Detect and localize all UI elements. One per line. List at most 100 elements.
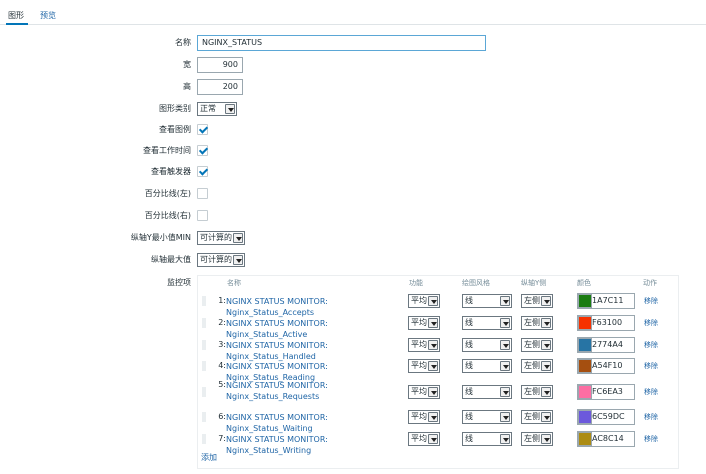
item-draw-style-select[interactable]: 线 bbox=[462, 316, 512, 330]
remove-item-link[interactable]: 移除 bbox=[644, 434, 658, 444]
item-index: 4: bbox=[218, 361, 226, 370]
chevron-down-icon bbox=[500, 296, 510, 306]
chevron-down-icon bbox=[541, 296, 551, 306]
item-function-value: 平均 bbox=[411, 340, 427, 349]
item-draw-style-select[interactable]: 线 bbox=[462, 338, 512, 352]
item-y-axis-select[interactable]: 左侧 bbox=[521, 316, 553, 330]
item-y-axis-value: 左侧 bbox=[524, 340, 540, 349]
remove-item-link[interactable]: 移除 bbox=[644, 387, 658, 397]
width-row: 宽 900 bbox=[0, 55, 706, 75]
show-triggers-checkbox[interactable] bbox=[197, 166, 208, 177]
table-row: 5: NGINX STATUS MONITOR: Nginx_Status_Req… bbox=[197, 378, 679, 405]
item-function-value: 平均 bbox=[411, 318, 427, 327]
ymin-select[interactable]: 可计算的 bbox=[197, 231, 245, 245]
item-draw-style-value: 线 bbox=[465, 434, 473, 443]
item-draw-style-select[interactable]: 线 bbox=[462, 432, 512, 446]
drag-handle-icon[interactable] bbox=[202, 318, 206, 328]
chevron-down-icon bbox=[541, 340, 551, 350]
chevron-down-icon bbox=[428, 387, 438, 397]
drag-handle-icon[interactable] bbox=[202, 434, 206, 444]
color-swatch[interactable] bbox=[578, 294, 592, 308]
col-header-name: 名称 bbox=[227, 279, 241, 287]
percentile-right-checkbox[interactable] bbox=[197, 210, 208, 221]
width-input[interactable]: 900 bbox=[197, 57, 243, 73]
color-swatch[interactable] bbox=[578, 316, 592, 330]
item-function-select[interactable]: 平均 bbox=[408, 294, 440, 308]
item-function-select[interactable]: 平均 bbox=[408, 385, 440, 399]
color-swatch[interactable] bbox=[578, 385, 592, 399]
name-row: 名称 NGINX_STATUS bbox=[0, 33, 706, 53]
remove-item-link[interactable]: 移除 bbox=[644, 318, 658, 328]
item-draw-style-select[interactable]: 线 bbox=[462, 385, 512, 399]
item-draw-style-value: 线 bbox=[465, 412, 473, 421]
item-y-axis-select[interactable]: 左侧 bbox=[521, 432, 553, 446]
remove-item-link[interactable]: 移除 bbox=[644, 296, 658, 306]
item-name-link[interactable]: NGINX STATUS MONITOR: Nginx_Status_Reque… bbox=[226, 380, 404, 402]
chevron-down-icon bbox=[541, 361, 551, 371]
name-input[interactable]: NGINX_STATUS bbox=[197, 35, 486, 51]
show-working-time-label: 查看工作时间 bbox=[143, 146, 191, 155]
chevron-down-icon bbox=[541, 412, 551, 422]
drag-handle-icon[interactable] bbox=[202, 361, 206, 371]
ymax-row: 纵轴最大值 可计算的 bbox=[0, 250, 706, 270]
tab-preview[interactable]: 预览 bbox=[40, 0, 62, 25]
chevron-down-icon bbox=[500, 340, 510, 350]
drag-handle-icon[interactable] bbox=[202, 340, 206, 350]
item-function-select[interactable]: 平均 bbox=[408, 316, 440, 330]
item-draw-style-select[interactable]: 线 bbox=[462, 359, 512, 373]
drag-handle-icon[interactable] bbox=[202, 296, 206, 306]
graph-type-label: 图形类别 bbox=[159, 104, 191, 113]
show-legend-checkbox[interactable] bbox=[197, 124, 208, 135]
col-header-action: 动作 bbox=[643, 279, 657, 287]
percentile-right-label: 百分比线(右) bbox=[144, 211, 191, 220]
color-swatch[interactable] bbox=[578, 432, 592, 446]
chevron-down-icon bbox=[541, 434, 551, 444]
percentile-left-checkbox[interactable] bbox=[197, 188, 208, 199]
item-function-select[interactable]: 平均 bbox=[408, 410, 440, 424]
item-function-select[interactable]: 平均 bbox=[408, 432, 440, 446]
ymax-select[interactable]: 可计算的 bbox=[197, 253, 245, 267]
height-label: 高 bbox=[183, 82, 191, 91]
width-label: 宽 bbox=[183, 60, 191, 69]
color-swatch[interactable] bbox=[578, 410, 592, 424]
item-function-select[interactable]: 平均 bbox=[408, 359, 440, 373]
remove-item-link[interactable]: 移除 bbox=[644, 340, 658, 350]
drag-handle-icon[interactable] bbox=[202, 412, 206, 422]
drag-handle-icon[interactable] bbox=[202, 387, 206, 397]
height-input[interactable]: 200 bbox=[197, 79, 243, 95]
add-item-link[interactable]: 添加 bbox=[201, 452, 217, 463]
graph-type-select[interactable]: 正常 bbox=[197, 102, 237, 116]
item-draw-style-select[interactable]: 线 bbox=[462, 410, 512, 424]
show-working-time-checkbox[interactable] bbox=[197, 145, 208, 156]
ymin-label: 纵轴Y最小值MIN bbox=[130, 233, 191, 242]
chevron-down-icon bbox=[500, 434, 510, 444]
ymax-value: 可计算的 bbox=[200, 255, 232, 264]
item-name-link[interactable]: NGINX STATUS MONITOR: Nginx_Status_Writi… bbox=[226, 434, 404, 456]
item-draw-style-value: 线 bbox=[465, 387, 473, 396]
table-row: 6: NGINX STATUS MONITOR: Nginx_Status_Wai… bbox=[197, 407, 679, 433]
table-row: 7: NGINX STATUS MONITOR: Nginx_Status_Wri… bbox=[197, 429, 679, 455]
col-header-y-axis: 纵轴Y侧 bbox=[521, 279, 547, 287]
remove-item-link[interactable]: 移除 bbox=[644, 361, 658, 371]
remove-item-link[interactable]: 移除 bbox=[644, 412, 658, 422]
color-swatch[interactable] bbox=[578, 359, 592, 373]
table-row: 3: NGINX STATUS MONITOR: Nginx_Status_Han… bbox=[197, 335, 679, 361]
item-draw-style-select[interactable]: 线 bbox=[462, 294, 512, 308]
color-swatch[interactable] bbox=[578, 338, 592, 352]
item-y-axis-select[interactable]: 左侧 bbox=[521, 294, 553, 308]
col-header-color: 颜色 bbox=[577, 279, 591, 287]
col-header-function: 功能 bbox=[409, 279, 423, 287]
tab-graph[interactable]: 图形 bbox=[6, 0, 28, 25]
name-label: 名称 bbox=[175, 38, 191, 47]
item-function-value: 平均 bbox=[411, 387, 427, 396]
chevron-down-icon bbox=[428, 318, 438, 328]
chevron-down-icon bbox=[428, 412, 438, 422]
ymax-label: 纵轴最大值 bbox=[151, 255, 191, 264]
item-y-axis-select[interactable]: 左侧 bbox=[521, 359, 553, 373]
item-draw-style-value: 线 bbox=[465, 361, 473, 370]
item-y-axis-select[interactable]: 左侧 bbox=[521, 338, 553, 352]
item-y-axis-select[interactable]: 左侧 bbox=[521, 385, 553, 399]
item-function-select[interactable]: 平均 bbox=[408, 338, 440, 352]
item-y-axis-select[interactable]: 左侧 bbox=[521, 410, 553, 424]
item-index: 1: bbox=[218, 296, 226, 305]
